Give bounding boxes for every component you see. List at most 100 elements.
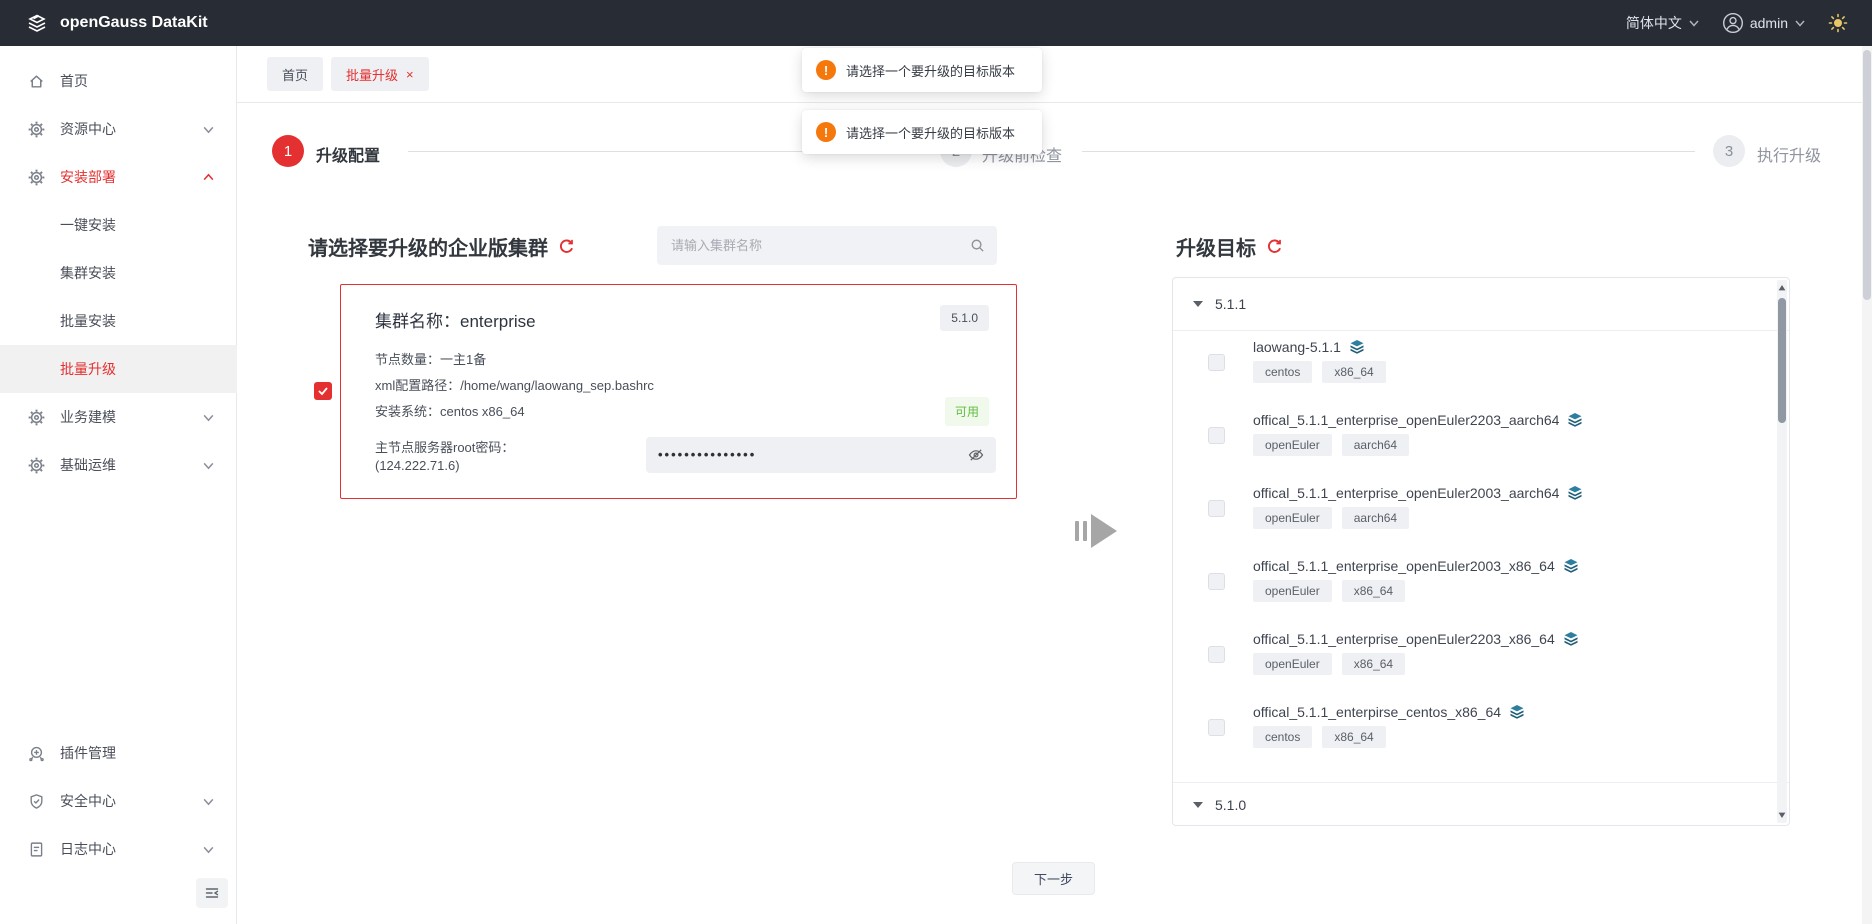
target-item[interactable]: laowang-5.1.1 centos x86_64 [1173, 331, 1789, 404]
package-stack-icon [1349, 339, 1365, 355]
sidebar-item-label: 安装部署 [60, 167, 202, 187]
upgrade-target-list: 5.1.1 laowang-5.1.1 centos x86_64 [1172, 277, 1790, 826]
target-checkbox[interactable] [1208, 719, 1225, 736]
os-tag: centos [1253, 361, 1312, 383]
sidebar-item-one-click-install[interactable]: 一键安装 [0, 201, 237, 249]
search-input[interactable] [669, 237, 970, 254]
target-name: offical_5.1.1_enterpirse_centos_x86_64 [1253, 704, 1501, 720]
caret-down-icon [1193, 301, 1203, 307]
page-scrollbar[interactable] [1862, 46, 1872, 924]
target-panel-title: 升级目标 [1176, 232, 1283, 261]
warning-icon: ! [816, 60, 836, 80]
target-name: offical_5.1.1_enterprise_openEuler2203_a… [1253, 412, 1559, 428]
root-password-label: 主节点服务器root密码： [375, 437, 514, 456]
arch-tag: x86_64 [1342, 580, 1405, 602]
version-group-5-1-0[interactable]: 5.1.0 [1173, 782, 1789, 827]
sidebar-item-batch-install[interactable]: 批量安装 [0, 297, 237, 345]
sidebar-item-security-center[interactable]: 安全中心 [0, 777, 237, 825]
scrollbar-thumb[interactable] [1778, 298, 1786, 423]
package-stack-icon [1567, 412, 1583, 428]
document-icon [28, 841, 45, 858]
cluster-card[interactable]: 集群名称：enterprise 5.1.0 节点数量：一主1备 xml配置路径：… [340, 284, 1017, 499]
page-scrollbar-thumb[interactable] [1863, 50, 1871, 300]
package-stack-icon [1563, 631, 1579, 647]
sidebar-collapse-button[interactable] [196, 878, 228, 908]
target-checkbox[interactable] [1208, 646, 1225, 663]
topbar: openGauss DataKit 简体中文 admin [0, 0, 1872, 46]
sidebar: 首页 资源中心 安装部署 一键安装 集群安装 批量 [0, 46, 237, 924]
target-name: offical_5.1.1_enterprise_openEuler2003_x… [1253, 558, 1555, 574]
sidebar-item-label: 一键安装 [60, 215, 237, 235]
sidebar-item-resource-center[interactable]: 资源中心 [0, 105, 237, 153]
opengauss-logo-icon [24, 10, 50, 36]
os-tag: centos [1253, 726, 1312, 748]
step-1-label: 升级配置 [316, 142, 380, 166]
sidebar-item-label: 基础运维 [60, 455, 202, 475]
scroll-up-icon[interactable] [1778, 284, 1786, 292]
topbar-right: 简体中文 admin [1626, 12, 1848, 34]
sidebar-item-label: 首页 [60, 71, 237, 91]
gear-icon [28, 457, 45, 474]
sidebar-item-label: 批量升级 [60, 359, 237, 379]
user-menu[interactable]: admin [1722, 12, 1806, 34]
target-item[interactable]: offical_5.1.1_enterprise_openEuler2003_x… [1173, 550, 1789, 623]
target-checkbox[interactable] [1208, 354, 1225, 371]
cluster-checkbox[interactable] [314, 382, 332, 400]
sidebar-item-label: 资源中心 [60, 119, 202, 139]
cluster-name: 集群名称：enterprise [375, 307, 536, 332]
package-stack-icon [1567, 485, 1583, 501]
theme-toggle-icon[interactable] [1828, 13, 1848, 33]
refresh-icon[interactable] [1266, 238, 1283, 255]
toast-message: 请选择一个要升级的目标版本 [846, 61, 1015, 80]
target-name: offical_5.1.1_enterprise_openEuler2203_x… [1253, 631, 1555, 647]
sidebar-item-business-modeling[interactable]: 业务建模 [0, 393, 237, 441]
chevron-down-icon [202, 795, 215, 808]
sidebar-item-basic-ops[interactable]: 基础运维 [0, 441, 237, 489]
cluster-search [657, 226, 997, 265]
cluster-panel-title: 请选择要升级的企业版集群 [308, 232, 575, 261]
sidebar-item-label: 安全中心 [60, 791, 202, 811]
sidebar-item-log-center[interactable]: 日志中心 [0, 825, 237, 873]
arch-tag: aarch64 [1342, 434, 1409, 456]
scroll-down-icon[interactable] [1778, 811, 1786, 819]
next-step-button[interactable]: 下一步 [1012, 862, 1095, 895]
target-checkbox[interactable] [1208, 573, 1225, 590]
arch-tag: x86_64 [1342, 653, 1405, 675]
root-password-field[interactable]: ••••••••••••••• [646, 437, 996, 473]
gear-icon [28, 169, 45, 186]
sidebar-item-label: 日志中心 [60, 839, 202, 859]
gear-icon [28, 409, 45, 426]
target-checkbox[interactable] [1208, 500, 1225, 517]
target-item[interactable]: offical_5.1.1_enterprise_openEuler2003_a… [1173, 477, 1789, 550]
tab-home[interactable]: 首页 [267, 57, 323, 91]
language-selector[interactable]: 简体中文 [1626, 13, 1700, 33]
target-item[interactable]: offical_5.1.1_enterprise_openEuler2203_a… [1173, 404, 1789, 477]
eye-off-icon[interactable] [968, 447, 984, 463]
sidebar-item-cluster-install[interactable]: 集群安装 [0, 249, 237, 297]
sidebar-item-label: 插件管理 [60, 743, 237, 763]
avatar-icon [1722, 12, 1744, 34]
tab-batch-upgrade[interactable]: 批量升级 × [331, 57, 429, 91]
target-item[interactable]: offical_5.1.1_enterprise_openEuler2203_x… [1173, 623, 1789, 696]
sidebar-item-plugin-management[interactable]: 插件管理 [0, 729, 237, 777]
version-group-5-1-1[interactable]: 5.1.1 [1173, 278, 1789, 331]
sidebar-item-label: 集群安装 [60, 263, 237, 283]
shield-check-icon [28, 793, 45, 810]
app-title: openGauss DataKit [60, 14, 208, 32]
search-icon[interactable] [970, 238, 985, 253]
target-item[interactable]: offical_5.1.1_enterpirse_centos_x86_64 c… [1173, 696, 1789, 769]
close-icon[interactable]: × [406, 67, 414, 82]
sidebar-item-label: 业务建模 [60, 407, 202, 427]
list-scrollbar[interactable] [1777, 280, 1787, 823]
sidebar-item-batch-upgrade[interactable]: 批量升级 [0, 345, 237, 393]
sidebar-item-home[interactable]: 首页 [0, 57, 237, 105]
arch-tag: aarch64 [1342, 507, 1409, 529]
refresh-icon[interactable] [558, 238, 575, 255]
chevron-down-icon [1794, 17, 1806, 29]
chevron-down-icon [202, 411, 215, 424]
toast-warning: ! 请选择一个要升级的目标版本 [802, 110, 1042, 154]
sidebar-item-install-deploy[interactable]: 安装部署 [0, 153, 237, 201]
cluster-os: 安装系统：centos x86_64 [375, 401, 525, 420]
target-checkbox[interactable] [1208, 427, 1225, 444]
brand: openGauss DataKit [24, 10, 208, 36]
